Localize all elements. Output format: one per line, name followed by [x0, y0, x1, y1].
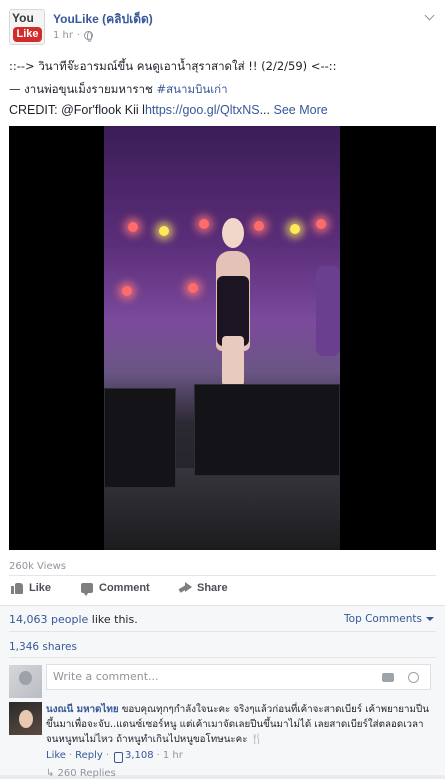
comment-input[interactable]: Write a comment...: [46, 664, 431, 690]
caret-down-icon: [426, 617, 434, 621]
comment-sort-dropdown[interactable]: Top Comments: [344, 613, 434, 625]
camera-icon[interactable]: [382, 673, 394, 682]
likes-suffix: like this.: [88, 613, 138, 626]
page-avatar[interactable]: You Like: [9, 9, 45, 45]
comment-actions: Like · Reply · 3,108 · 1 hr: [46, 750, 183, 763]
stage-light: [188, 283, 198, 293]
likes-count-link[interactable]: 14,063 people: [9, 613, 88, 626]
post-card: You Like YouLike (คลิปเด็ด) 1 hr · ::-->…: [0, 0, 445, 779]
speaker: [194, 384, 340, 476]
post-text-line-1: ::--> วินาทีจ๊ะอารมณ์ขึ้น คนดูเอาน้ำสุรา…: [9, 59, 337, 73]
video-views: 260k Views: [9, 561, 66, 572]
chevron-down-icon[interactable]: [425, 12, 435, 22]
comment-icon: [81, 583, 93, 596]
stage-light: [159, 226, 169, 236]
performer: [222, 218, 244, 248]
view-replies-link[interactable]: ↳ 260 Replies: [46, 768, 116, 779]
comment-time[interactable]: 1 hr: [163, 750, 183, 761]
thumbs-up-icon: [11, 582, 23, 594]
video-player[interactable]: [9, 126, 436, 550]
stage-light: [122, 286, 132, 296]
ellipsis: ...: [259, 103, 270, 117]
comment-label: Comment: [99, 582, 150, 594]
video-frame: [104, 126, 340, 550]
comment-like-link[interactable]: Like: [46, 750, 66, 761]
action-bar: Like Comment Share: [9, 582, 436, 598]
credit-text: CREDIT: @For'flook Kii l: [9, 103, 145, 117]
stage-light: [199, 219, 209, 229]
like-label: Like: [29, 582, 52, 594]
divider: [9, 575, 436, 576]
share-label: Share: [197, 582, 228, 594]
comment-input-placeholder: Write a comment...: [53, 670, 159, 683]
post-time[interactable]: 1 hr: [53, 30, 73, 41]
stage-light: [128, 222, 138, 232]
speaker: [104, 388, 176, 488]
credit-url-link[interactable]: https://goo.gl/QltxNS: [145, 103, 260, 117]
like-count-icon: [112, 751, 124, 763]
comment-reply-link[interactable]: Reply: [75, 750, 103, 761]
divider: [9, 631, 436, 632]
divider: [9, 657, 436, 658]
see-more-link[interactable]: See More: [273, 103, 327, 117]
comment-like-count[interactable]: 3,108: [125, 750, 154, 761]
post-credit-line: CREDIT: @For'flook Kii lhttps://goo.gl/Q…: [9, 103, 328, 117]
logo-like-badge: Like: [13, 27, 42, 42]
comment-body: นงณนี มหาดไทย ขอบคุณทุกๆกำลังใจนะคะ จริง…: [46, 702, 436, 747]
stage-light: [290, 224, 300, 234]
post-meta: 1 hr ·: [53, 30, 94, 42]
globe-icon: [84, 31, 94, 42]
logo-you-text: You: [12, 11, 34, 25]
hashtag-link[interactable]: #สนามบินเก่า: [157, 82, 228, 96]
stage-light: [316, 219, 326, 229]
stage-light: [254, 221, 264, 231]
shares-link[interactable]: 1,346 shares: [9, 641, 77, 653]
comment-button[interactable]: Comment: [81, 582, 150, 596]
commenter-avatar[interactable]: [9, 702, 42, 735]
guitarist: [316, 266, 340, 356]
like-button[interactable]: Like: [11, 582, 51, 594]
emoji-icon[interactable]: [408, 672, 419, 683]
likes-summary: 14,063 people like this.: [9, 613, 138, 626]
viewer-avatar: [9, 665, 42, 698]
post-text-line-2: — งานพ่อขุนเม็งรายมหาราช #สนามบินเก่า: [9, 81, 228, 99]
post-text-line-2-text: — งานพ่อขุนเม็งรายมหาราช: [9, 82, 157, 96]
share-icon: [179, 582, 192, 594]
performer: [222, 336, 244, 386]
comment-sort-label: Top Comments: [344, 613, 422, 625]
page-name-link[interactable]: YouLike (คลิปเด็ด): [53, 10, 153, 29]
comment-author-link[interactable]: นงณนี มหาดไทย: [46, 704, 119, 715]
share-button[interactable]: Share: [179, 582, 228, 594]
